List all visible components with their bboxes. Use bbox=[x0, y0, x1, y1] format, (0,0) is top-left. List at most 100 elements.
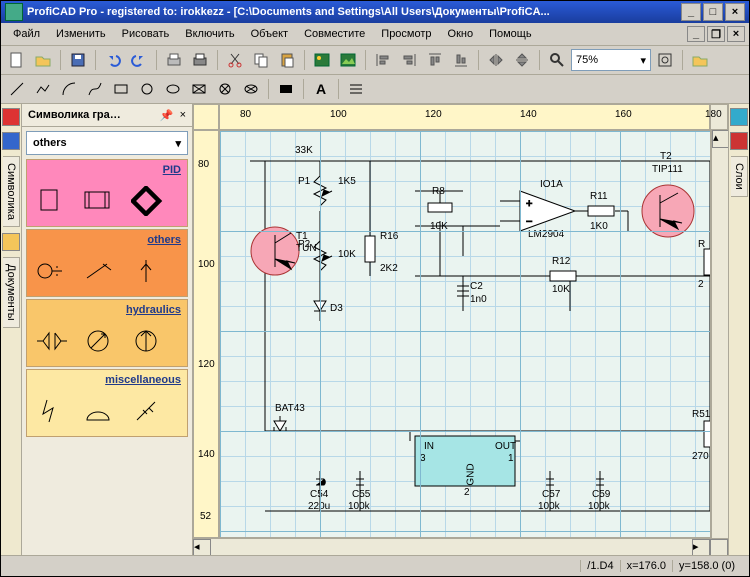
crossed-circle-tool[interactable] bbox=[213, 77, 237, 101]
filled-rect-tool[interactable] bbox=[274, 77, 298, 101]
hydraulics-symbol-2[interactable] bbox=[83, 326, 117, 356]
status-bar: /1.D4 x=176.0 y=158.0 (0) bbox=[1, 555, 749, 576]
category-label: hydraulics bbox=[27, 300, 187, 320]
circle-tool[interactable] bbox=[135, 77, 159, 101]
mdi-close-button[interactable]: × bbox=[727, 26, 745, 42]
canvas-area: 80 100 120 140 160 180 80 100 120 140 52 bbox=[193, 104, 728, 555]
new-button[interactable] bbox=[5, 48, 29, 72]
others-symbol-2[interactable] bbox=[83, 256, 117, 286]
scrollbar-vertical[interactable]: ▴ bbox=[711, 130, 728, 538]
label-1n0: 1n0 bbox=[470, 294, 487, 305]
pin-icon[interactable]: 📌 bbox=[160, 109, 174, 122]
align-top-button[interactable] bbox=[423, 48, 447, 72]
svg-text:−: − bbox=[526, 216, 532, 228]
menu-view[interactable]: Просмотр bbox=[373, 26, 439, 42]
symbols-tab-icon[interactable] bbox=[2, 132, 20, 150]
category-others[interactable]: others bbox=[26, 229, 188, 297]
label-c57: C57 bbox=[542, 489, 560, 500]
cut-button[interactable] bbox=[223, 48, 247, 72]
status-y: y=158.0 (0) bbox=[672, 560, 741, 572]
label-p2: P2 bbox=[298, 239, 310, 250]
redo-button[interactable] bbox=[127, 48, 151, 72]
image1-button[interactable] bbox=[310, 48, 334, 72]
category-hydraulics[interactable]: hydraulics bbox=[26, 299, 188, 367]
undo-button[interactable] bbox=[101, 48, 125, 72]
category-label: others bbox=[27, 230, 187, 250]
label-pin1: 1 bbox=[508, 453, 514, 464]
close-button[interactable]: × bbox=[725, 3, 745, 21]
line-tool[interactable] bbox=[5, 77, 29, 101]
polyline-tool[interactable] bbox=[31, 77, 55, 101]
mdi-restore-button[interactable]: ❐ bbox=[707, 26, 725, 42]
maximize-button[interactable]: □ bbox=[703, 3, 723, 21]
hydraulics-symbol-3[interactable] bbox=[131, 326, 165, 356]
rect-tool[interactable] bbox=[109, 77, 133, 101]
ellipse-tool[interactable] bbox=[161, 77, 185, 101]
right-tab-layers[interactable]: Слои bbox=[731, 156, 748, 197]
zoom-combo[interactable]: 75%▾ bbox=[571, 49, 651, 71]
props-tab-icon[interactable] bbox=[730, 132, 748, 150]
label-lm2904: LM2904 bbox=[528, 229, 564, 240]
menu-object[interactable]: Объект bbox=[243, 26, 296, 42]
layers-tab-icon[interactable] bbox=[730, 108, 748, 126]
misc-symbol-2[interactable] bbox=[83, 396, 117, 426]
category-pid[interactable]: PID bbox=[26, 159, 188, 227]
others-symbol-1[interactable] bbox=[35, 256, 69, 286]
flip-h-button[interactable] bbox=[484, 48, 508, 72]
scrollbar-horizontal[interactable]: ◂ ▸ bbox=[193, 538, 728, 555]
text-tool[interactable]: A bbox=[309, 77, 333, 101]
arc-tool[interactable] bbox=[57, 77, 81, 101]
left-tab-symbols[interactable]: Символика bbox=[3, 156, 20, 227]
align-right-button[interactable] bbox=[397, 48, 421, 72]
align-bottom-button[interactable] bbox=[449, 48, 473, 72]
copy-button[interactable] bbox=[249, 48, 273, 72]
scroll-up-button[interactable]: ▴ bbox=[712, 130, 728, 148]
linestyle-button[interactable] bbox=[344, 77, 368, 101]
menu-edit[interactable]: Изменить bbox=[48, 26, 114, 42]
open-button[interactable] bbox=[31, 48, 55, 72]
crossed-ellipse-tool[interactable] bbox=[239, 77, 263, 101]
misc-symbol-3[interactable] bbox=[131, 396, 165, 426]
zoom-fit-button[interactable] bbox=[653, 48, 677, 72]
drawing-canvas[interactable]: +− bbox=[219, 130, 711, 538]
category-select[interactable]: others ▾ bbox=[26, 131, 188, 155]
ruler-corner bbox=[193, 104, 219, 130]
menu-include[interactable]: Включить bbox=[177, 26, 242, 42]
label-io1a: IO1A bbox=[540, 179, 563, 190]
others-symbol-3[interactable] bbox=[131, 256, 165, 286]
hydraulics-symbol-1[interactable] bbox=[35, 326, 69, 356]
label-270: 270 bbox=[692, 451, 709, 462]
menu-draw[interactable]: Рисовать bbox=[114, 26, 178, 42]
label-t1: T1 bbox=[296, 231, 308, 242]
menu-align[interactable]: Совместите bbox=[296, 26, 373, 42]
scroll-left-button[interactable]: ◂ bbox=[193, 539, 211, 555]
paste-button[interactable] bbox=[275, 48, 299, 72]
flip-v-button[interactable] bbox=[510, 48, 534, 72]
category-miscellaneous[interactable]: miscellaneous bbox=[26, 369, 188, 437]
align-left-button[interactable] bbox=[371, 48, 395, 72]
mdi-minimize-button[interactable]: _ bbox=[687, 26, 705, 42]
misc-symbol-1[interactable] bbox=[35, 396, 69, 426]
vertical-ruler: 80 100 120 140 52 bbox=[193, 130, 219, 538]
pid-symbol-3[interactable] bbox=[131, 186, 165, 216]
curve-tool[interactable] bbox=[83, 77, 107, 101]
save-button[interactable] bbox=[66, 48, 90, 72]
minimize-button[interactable]: _ bbox=[681, 3, 701, 21]
print-button[interactable] bbox=[188, 48, 212, 72]
scroll-right-button[interactable]: ▸ bbox=[692, 539, 710, 555]
left-tab-documents[interactable]: Документы bbox=[3, 257, 20, 328]
pid-symbol-1[interactable] bbox=[35, 186, 69, 216]
favorites-tab-icon[interactable] bbox=[2, 108, 20, 126]
menu-window[interactable]: Окно bbox=[440, 26, 482, 42]
zoom-button[interactable] bbox=[545, 48, 569, 72]
panel-close-icon[interactable]: × bbox=[180, 109, 186, 121]
menu-help[interactable]: Помощь bbox=[481, 26, 540, 42]
crossed-rect-tool[interactable] bbox=[187, 77, 211, 101]
image2-button[interactable] bbox=[336, 48, 360, 72]
documents-tab-icon[interactable] bbox=[2, 233, 20, 251]
label-in: IN bbox=[424, 441, 434, 452]
pid-symbol-2[interactable] bbox=[83, 186, 117, 216]
print-preview-button[interactable] bbox=[162, 48, 186, 72]
menu-file[interactable]: Файл bbox=[5, 26, 48, 42]
folder-button[interactable] bbox=[688, 48, 712, 72]
